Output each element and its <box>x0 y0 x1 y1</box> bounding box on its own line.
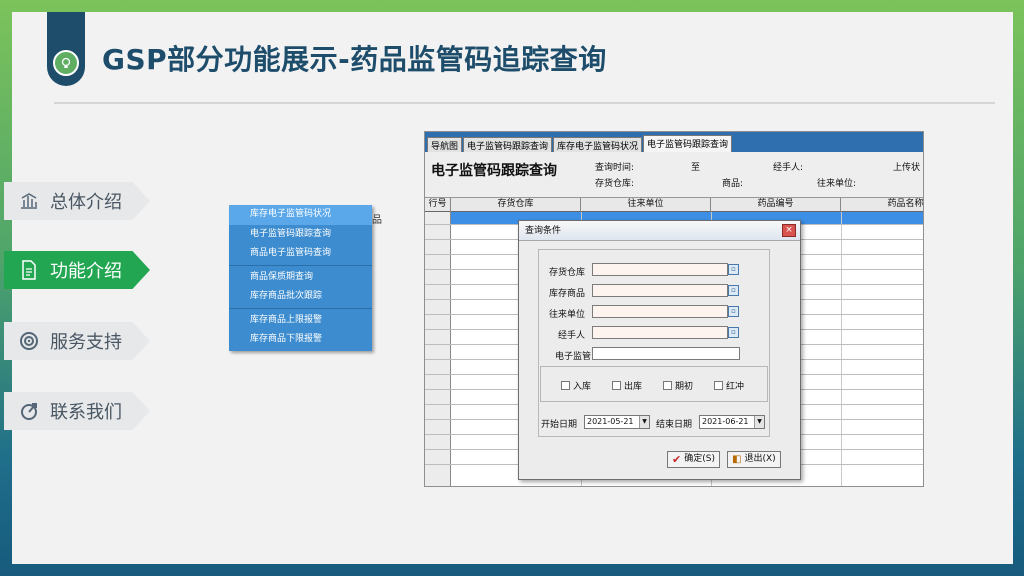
dialog-title-bar: 查询条件 × <box>519 221 800 241</box>
target-icon <box>17 329 41 353</box>
menu-item[interactable]: 商品保质期查询 <box>229 268 372 288</box>
warehouse-input[interactable] <box>592 263 728 276</box>
column-header[interactable]: 药品名称 <box>841 198 923 212</box>
supervision-code-input[interactable] <box>592 347 740 360</box>
menu-divider <box>229 264 372 266</box>
tab-trace-query-active[interactable]: 电子监管码跟踪查询 <box>643 135 733 152</box>
partner-input[interactable] <box>592 305 728 318</box>
field-label: 存货仓库 <box>548 268 585 278</box>
upload-status-label: 上传状 <box>893 163 921 173</box>
to-label: 至 <box>691 163 701 173</box>
exit-button[interactable]: ◧ 退出(X) <box>727 451 781 468</box>
query-time-label: 查询时间: <box>595 163 635 173</box>
chevron-down-icon: ▼ <box>639 416 649 428</box>
checkbox-outbound[interactable]: 出库 <box>612 379 642 392</box>
title-divider <box>54 102 995 104</box>
end-date-select[interactable]: 2021-06-21 ▼ <box>699 415 765 429</box>
column-header[interactable]: 行号 <box>425 198 451 212</box>
tab-stock-status[interactable]: 库存电子监管码状况 <box>553 137 643 152</box>
nav-item-support[interactable]: 服务支持 <box>4 322 150 360</box>
menu-divider <box>229 307 372 309</box>
form-header: 电子监管码跟踪查询 查询时间: 至 经手人: 上传状 存货仓库: 商品: 往来单… <box>425 152 923 198</box>
nav-item-contact[interactable]: 联系我们 <box>4 392 150 430</box>
goods-input[interactable] <box>592 284 728 297</box>
handler-input[interactable] <box>592 326 728 339</box>
checkbox-reversal[interactable]: 红冲 <box>714 379 744 392</box>
start-date-label: 开始日期 <box>541 420 578 430</box>
menu-item[interactable]: 库存电子监管码状况 <box>229 205 372 225</box>
column-header[interactable]: 往来单位 <box>581 198 711 212</box>
checkbox-opening[interactable]: 期初 <box>663 379 693 392</box>
query-dialog: 查询条件 × 存货仓库 ▫ 库存商品 ▫ 往来单位 ▫ 经手人 ▫ 电子监管 入… <box>518 220 801 480</box>
checkbox-group: 入库 出库 期初 红冲 <box>540 366 768 402</box>
tab-navigation[interactable]: 导航图 <box>427 137 463 152</box>
field-label: 往来单位 <box>548 310 585 320</box>
checkbox-inbound[interactable]: 入库 <box>561 379 591 392</box>
lightbulb-icon <box>53 50 79 76</box>
nav-label: 服务支持 <box>50 332 122 353</box>
page-title: GSP部分功能展示-药品监管码追踪查询 <box>102 43 607 76</box>
nav-label: 功能介绍 <box>50 261 122 282</box>
exit-door-icon: ◧ <box>732 454 742 465</box>
menu-item[interactable]: 电子监管码跟踪查询 <box>229 225 372 245</box>
document-icon <box>17 258 41 282</box>
lookup-icon[interactable]: ▫ <box>728 327 739 338</box>
menu-item[interactable]: 商品电子监管码查询 <box>229 244 372 264</box>
chevron-down-icon: ▼ <box>754 416 764 428</box>
dialog-title: 查询条件 <box>525 226 562 236</box>
lookup-icon[interactable]: ▫ <box>728 285 739 296</box>
form-title: 电子监管码跟踪查询 <box>431 163 557 179</box>
checkmark-icon: ✔ <box>672 453 682 466</box>
field-label: 电子监管 <box>554 352 591 362</box>
nav-item-features[interactable]: 功能介绍 <box>4 251 150 289</box>
menu-item[interactable]: 库存商品上限报警 <box>229 311 372 331</box>
field-label: 经手人 <box>557 331 585 341</box>
end-date-label: 结束日期 <box>656 420 693 430</box>
warehouse-label: 存货仓库: <box>595 179 635 189</box>
menu-item[interactable]: 库存商品下限报警 <box>229 330 372 350</box>
phone-icon <box>17 399 41 423</box>
goods-label: 商品: <box>722 179 744 189</box>
field-label: 库存商品 <box>548 289 585 299</box>
ok-button[interactable]: ✔ 确定(S) <box>667 451 720 468</box>
stray-text: 品 <box>372 215 382 226</box>
grid-header: 行号 存货仓库 往来单位 药品编号 药品名称 <box>425 198 923 212</box>
title-badge <box>47 12 85 86</box>
tab-trace-query[interactable]: 电子监管码跟踪查询 <box>463 137 553 152</box>
column-header[interactable]: 药品编号 <box>711 198 841 212</box>
tab-bar: 导航图 电子监管码跟踪查询 库存电子监管码状况 电子监管码跟踪查询 <box>425 132 923 152</box>
lookup-icon[interactable]: ▫ <box>728 306 739 317</box>
partner-label: 往来单位: <box>817 179 857 189</box>
nav-item-overview[interactable]: 总体介绍 <box>4 182 150 220</box>
column-header[interactable]: 存货仓库 <box>451 198 581 212</box>
report-popup-menu: 库存电子监管码状况 电子监管码跟踪查询 商品电子监管码查询 商品保质期查询 库存… <box>229 205 372 351</box>
close-icon[interactable]: × <box>782 224 796 237</box>
app-window: 导航图 电子监管码跟踪查询 库存电子监管码状况 电子监管码跟踪查询 电子监管码跟… <box>424 131 924 487</box>
handler-label: 经手人: <box>773 163 804 173</box>
lookup-icon[interactable]: ▫ <box>728 264 739 275</box>
bar-chart-icon <box>17 189 41 213</box>
nav-label: 联系我们 <box>50 402 122 423</box>
menu-item[interactable]: 库存商品批次跟踪 <box>229 287 372 307</box>
nav-label: 总体介绍 <box>50 192 122 213</box>
start-date-select[interactable]: 2021-05-21 ▼ <box>584 415 650 429</box>
